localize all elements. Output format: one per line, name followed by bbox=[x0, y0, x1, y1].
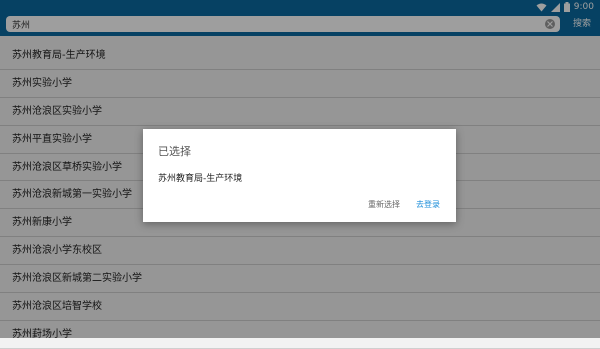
dialog-message: 苏州教育局-生产环境 bbox=[158, 174, 243, 184]
dialog-title: 已选择 bbox=[158, 145, 191, 158]
dialog-buttons: 重新选择 去登录 bbox=[368, 199, 440, 210]
selection-dialog: 已选择 苏州教育局-生产环境 重新选择 去登录 bbox=[143, 129, 456, 222]
reselect-button[interactable]: 重新选择 bbox=[368, 199, 400, 210]
login-button[interactable]: 去登录 bbox=[416, 199, 440, 210]
